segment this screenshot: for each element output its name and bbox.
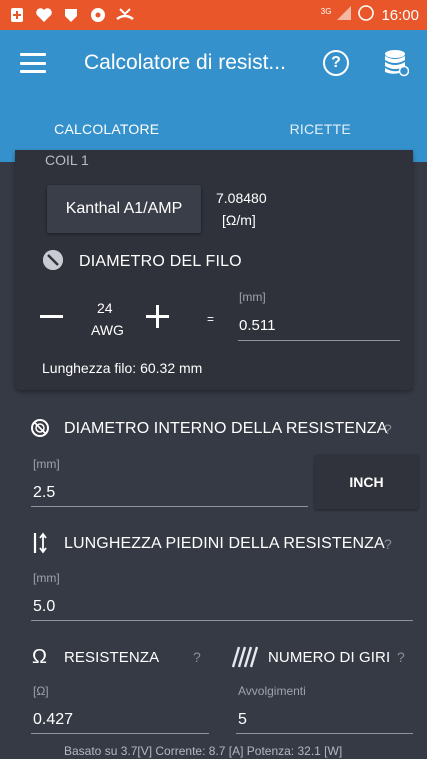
legs-length-unit: [mm] <box>33 571 60 585</box>
notification-icon <box>89 6 107 24</box>
resistance-unit: [Ω] <box>33 684 49 698</box>
signal-icon <box>337 6 352 24</box>
legs-length-underline <box>31 620 413 621</box>
resistance-underline <box>31 733 209 734</box>
legs-length-help[interactable]: ? <box>384 536 392 552</box>
resistance-field[interactable]: 0.427 <box>33 711 73 729</box>
material-button[interactable]: Kanthal A1/AMP <box>47 185 201 233</box>
increase-awg-button[interactable] <box>146 305 169 328</box>
inner-diameter-unit: [mm] <box>33 457 60 471</box>
page-title: Calcolatore di resist... <box>84 51 286 74</box>
wraps-underline <box>236 733 413 734</box>
wire-mm-unit: [mm] <box>239 290 266 304</box>
battery-plus-icon <box>8 6 26 24</box>
decrease-awg-button[interactable] <box>40 315 63 318</box>
wraps-unit: Avvolgimenti <box>238 684 306 698</box>
wraps-icon <box>231 646 259 673</box>
inner-diameter-title: DIAMETRO INTERNO DELLA RESISTENZA <box>64 420 388 437</box>
missed-call-icon <box>116 6 134 24</box>
wire-diameter-icon <box>43 250 63 270</box>
wire-mm-underline <box>238 340 400 341</box>
help-button[interactable]: ? <box>323 50 349 76</box>
wire-length-text: Lunghezza filo: 60.32 mm <box>42 360 203 376</box>
wraps-title: NUMERO DI GIRI <box>268 649 391 666</box>
awg-value: 24 <box>97 300 113 316</box>
awg-unit: AWG <box>91 322 124 338</box>
resistance-title: RESISTENZA <box>64 649 160 666</box>
inch-button[interactable]: INCH <box>315 455 418 509</box>
legs-length-field[interactable]: 5.0 <box>33 598 55 616</box>
battery-icon <box>357 4 375 26</box>
wraps-field[interactable]: 5 <box>238 711 247 729</box>
menu-icon[interactable] <box>20 53 46 73</box>
wraps-help[interactable]: ? <box>397 649 405 665</box>
wire-diameter-title: DIAMETRO DEL FILO <box>79 253 242 270</box>
summary-footer: Basato su 3.7[V] Corrente: 8.7 [A] Poten… <box>64 744 343 758</box>
hearts-icon <box>35 6 53 24</box>
resistivity-unit: [Ω/m] <box>222 212 256 228</box>
inner-diameter-field[interactable]: 2.5 <box>33 484 55 502</box>
legs-length-icon <box>31 532 51 559</box>
app-bar: Calcolatore di resist... ? CALCOLATORE R… <box>0 30 427 162</box>
resistivity-value: 7.08480 <box>216 190 267 206</box>
inner-diameter-icon <box>30 418 50 443</box>
clock: 16:00 <box>381 6 419 24</box>
coil-card: COIL 1 Kanthal A1/AMP 7.08480 [Ω/m] DIAM… <box>15 150 413 390</box>
resistance-icon: Ω <box>32 646 48 668</box>
inner-diameter-help[interactable]: ? <box>384 421 392 437</box>
wire-mm-field[interactable]: 0.511 <box>239 317 275 334</box>
coil-label: COIL 1 <box>45 152 89 168</box>
shield-icon <box>62 6 80 24</box>
network-type: 3G <box>320 6 332 16</box>
status-bar: 3G 16:00 <box>0 0 427 30</box>
inner-diameter-underline <box>31 506 308 507</box>
database-icon[interactable] <box>383 49 410 77</box>
equals-sign: = <box>207 312 215 326</box>
resistance-help[interactable]: ? <box>193 649 201 665</box>
legs-length-title: LUNGHEZZA PIEDINI DELLA RESISTENZA <box>64 535 385 552</box>
